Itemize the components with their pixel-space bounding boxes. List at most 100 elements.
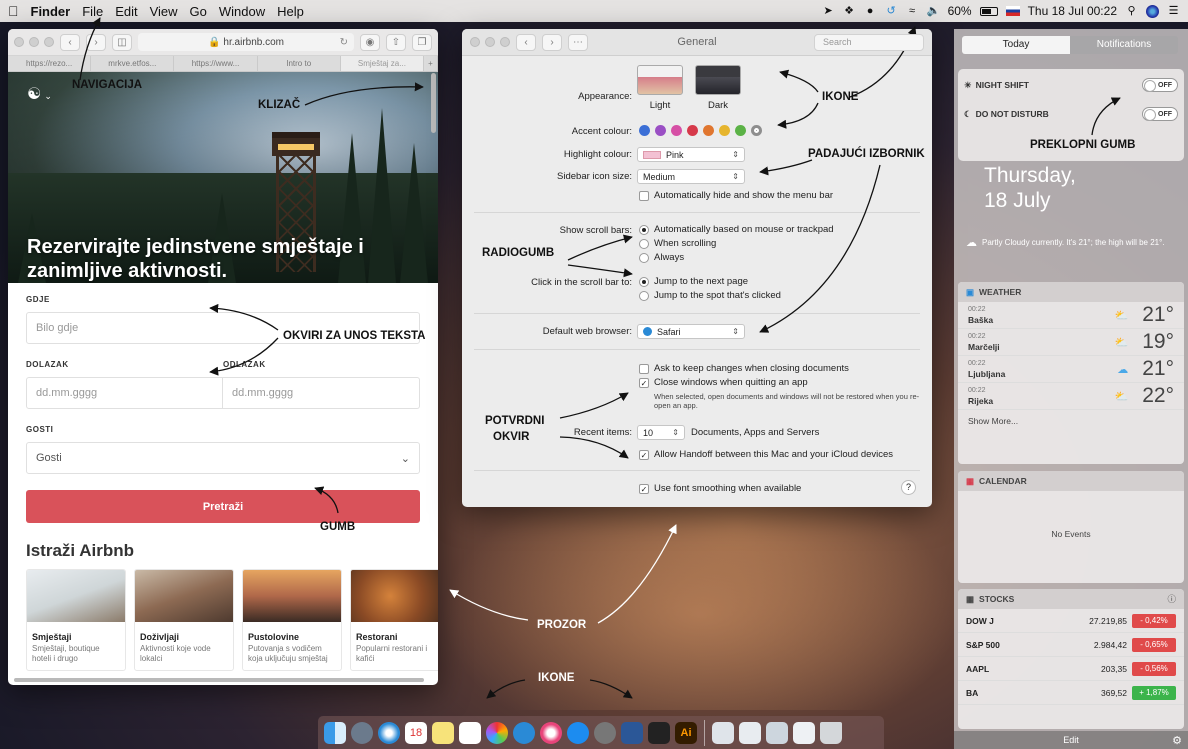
checkin-input[interactable]: dd.mm.gggg — [26, 377, 223, 409]
sidebar-icon[interactable]: ◫ — [112, 33, 132, 51]
trash-icon[interactable] — [820, 721, 842, 744]
battery-percent[interactable]: 60% — [948, 4, 972, 18]
menu-clock[interactable]: Thu 18 Jul 00:22 — [1028, 4, 1117, 18]
tabs-overview-icon[interactable]: ❐ — [412, 33, 432, 51]
tab-5[interactable]: Smještaj za... — [340, 56, 425, 71]
zoom-button[interactable] — [44, 37, 54, 47]
tab-today[interactable]: Today — [962, 36, 1070, 54]
stock-change-badge[interactable]: + 1,87% — [1132, 685, 1176, 700]
system-preferences-icon[interactable] — [594, 721, 616, 744]
reload-icon[interactable]: ↻ — [340, 37, 348, 48]
creative-cloud-icon[interactable]: ● — [864, 5, 877, 18]
address-bar[interactable]: 🔒 hr.airbnb.com ↻ — [138, 33, 354, 51]
accent-color-swatch[interactable] — [751, 125, 762, 136]
accent-color-swatch[interactable] — [655, 125, 666, 136]
location-icon[interactable]: ➤ — [822, 5, 835, 18]
gear-icon[interactable]: ⚙ — [1172, 734, 1182, 747]
word-icon[interactable] — [621, 721, 643, 744]
menu-window[interactable]: Window — [219, 4, 265, 19]
accent-color-swatch[interactable] — [639, 125, 650, 136]
new-tab-button[interactable]: + — [424, 56, 438, 71]
accent-color-swatch[interactable] — [719, 125, 730, 136]
sync-icon[interactable]: ↺ — [885, 5, 898, 18]
radio-button[interactable] — [639, 252, 649, 263]
minimize-button[interactable] — [485, 37, 495, 47]
reminders-icon[interactable] — [459, 721, 481, 744]
tab-1[interactable]: https://rezo... — [8, 56, 92, 71]
appearance-light[interactable]: Light — [637, 65, 683, 111]
vertical-scrollbar[interactable] — [431, 73, 436, 133]
zoom-button[interactable] — [500, 37, 510, 47]
radio-button[interactable] — [639, 238, 649, 249]
app-store-icon[interactable] — [567, 721, 589, 744]
ask-keep-changes-checkbox[interactable] — [639, 363, 649, 374]
ask-keep-changes-row[interactable]: Ask to keep changes when closing documen… — [639, 363, 849, 374]
airbnb-logo-icon[interactable]: ☯ ⌄ — [27, 84, 52, 104]
close-windows-checkbox[interactable]: ✓ — [639, 377, 649, 388]
launchpad-icon[interactable] — [351, 721, 373, 744]
forward-button[interactable]: › — [542, 33, 562, 51]
siri-icon[interactable] — [1146, 4, 1159, 18]
card-adventures[interactable]: Pustolovine Putovanja s vodičem koja ukl… — [242, 569, 342, 671]
card-stays[interactable]: Smještaji Smještaji, boutique hoteli i d… — [26, 569, 126, 671]
accent-color-swatch[interactable] — [687, 125, 698, 136]
sidebar-size-popup[interactable]: Medium ⇕ — [637, 169, 745, 184]
weather-row[interactable]: 00:22 Ljubljana ☁ 21° — [958, 356, 1184, 383]
music-icon[interactable] — [540, 721, 562, 744]
stock-row[interactable]: BA 369,52 + 1,87% — [958, 681, 1184, 705]
messages-icon[interactable] — [513, 721, 535, 744]
weather-row[interactable]: 00:22 Baška ⛅ 21° — [958, 302, 1184, 329]
tab-2[interactable]: mrkve.etfos... — [91, 56, 175, 71]
forward-button[interactable]: › — [86, 33, 106, 51]
menu-app-name[interactable]: Finder — [31, 4, 71, 19]
tab-notifications[interactable]: Notifications — [1070, 36, 1178, 54]
show-more-link[interactable]: Show More... — [958, 410, 1184, 432]
document-icon[interactable] — [712, 721, 734, 744]
accent-color-swatch[interactable] — [703, 125, 714, 136]
terminal-icon[interactable] — [648, 721, 670, 744]
edit-button[interactable]: Edit — [1063, 735, 1079, 745]
show-all-grid-icon[interactable]: ⋯ — [568, 33, 588, 51]
menu-edit[interactable]: Edit — [115, 4, 137, 19]
font-smoothing-row[interactable]: ✓ Use font smoothing when available — [639, 483, 801, 494]
help-button[interactable]: ? — [901, 480, 916, 495]
radio-button[interactable] — [639, 224, 649, 235]
document-icon[interactable] — [739, 721, 761, 744]
accent-color-swatch[interactable] — [735, 125, 746, 136]
extension-icon[interactable]: ◉ — [360, 33, 380, 51]
battery-icon[interactable] — [979, 6, 998, 16]
notes-icon[interactable] — [432, 721, 454, 744]
spotlight-icon[interactable]: ⚲ — [1125, 5, 1138, 18]
document-icon[interactable] — [793, 721, 815, 744]
stock-change-badge[interactable]: - 0,42% — [1132, 613, 1176, 628]
info-icon[interactable]: ⓘ — [1167, 593, 1176, 605]
stock-row[interactable]: AAPL 203,35 - 0,56% — [958, 657, 1184, 681]
highlight-popup[interactable]: Pink ⇕ — [637, 147, 745, 162]
menu-go[interactable]: Go — [190, 4, 207, 19]
tab-4[interactable]: Intro to — [258, 56, 341, 71]
stock-change-badge[interactable]: - 0,56% — [1132, 661, 1176, 676]
minimize-button[interactable] — [29, 37, 39, 47]
click-option-next-page[interactable]: Jump to the next page — [639, 276, 748, 287]
weather-row[interactable]: 00:22 Marčelji ⛅ 19° — [958, 329, 1184, 356]
finder-icon[interactable] — [324, 721, 346, 744]
wifi-icon[interactable]: ≈ — [906, 5, 919, 18]
volume-icon[interactable]: 🔈 — [927, 5, 941, 18]
close-windows-row[interactable]: ✓ Close windows when quitting an app — [639, 377, 808, 388]
radio-button[interactable] — [639, 276, 649, 287]
scrollbars-option-always[interactable]: Always — [639, 252, 684, 263]
prefs-search-input[interactable]: Search — [814, 33, 924, 51]
stock-row[interactable]: S&P 500 2.984,42 - 0,65% — [958, 633, 1184, 657]
handoff-row[interactable]: ✓ Allow Handoff between this Mac and you… — [639, 449, 893, 460]
weather-row[interactable]: 00:22 Rijeka ⛅ 22° — [958, 383, 1184, 410]
recent-items-popup[interactable]: 10 ⇕ — [637, 425, 685, 440]
card-experiences[interactable]: Doživljaji Aktivnosti koje vode lokalci — [134, 569, 234, 671]
menu-file[interactable]: File — [82, 4, 103, 19]
appearance-dark[interactable]: Dark — [695, 65, 741, 111]
close-button[interactable] — [470, 37, 480, 47]
illustrator-icon[interactable]: Ai — [675, 721, 697, 744]
document-icon[interactable] — [766, 721, 788, 744]
photos-icon[interactable] — [486, 721, 508, 744]
back-button[interactable]: ‹ — [60, 33, 80, 51]
horizontal-scrollbar[interactable] — [14, 678, 424, 682]
